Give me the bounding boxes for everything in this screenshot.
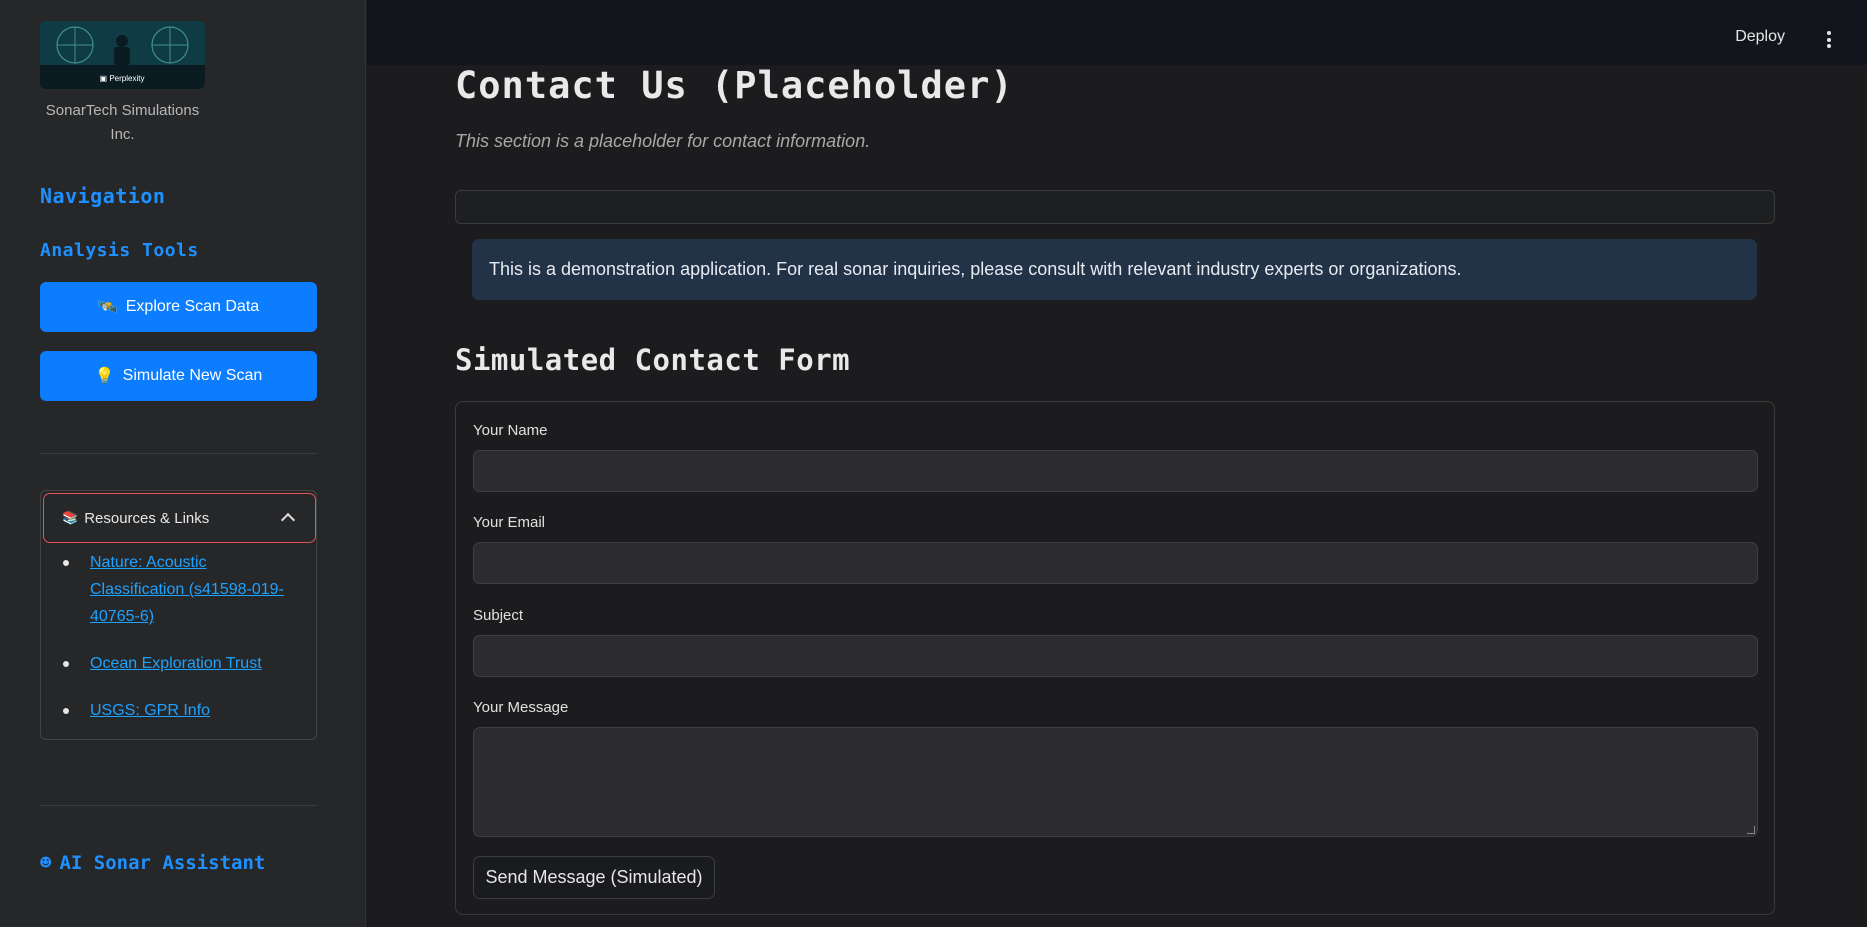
chevron-up-icon: [280, 512, 296, 528]
robot-icon: ☻: [40, 852, 52, 874]
satellite-icon: 🛰️: [97, 299, 118, 316]
message-label: Your Message: [473, 699, 569, 716]
top-header: Deploy: [367, 0, 1867, 65]
books-icon: 📚: [62, 510, 79, 525]
navigation-heading: Navigation: [40, 184, 166, 208]
resources-title: Resources & Links: [84, 509, 210, 527]
link-usgs-gpr[interactable]: USGS: GPR Info: [90, 702, 210, 719]
email-label: Your Email: [473, 514, 545, 531]
subject-input[interactable]: [473, 635, 1758, 677]
form-heading: Simulated Contact Form: [455, 343, 851, 377]
page-subtitle: This section is a placeholder for contac…: [455, 131, 871, 151]
logo-text: ▣ Perplexity: [100, 74, 145, 83]
email-input[interactable]: [473, 542, 1758, 584]
company-logo: ▣ Perplexity: [40, 21, 205, 89]
send-message-button[interactable]: Send Message (Simulated): [473, 856, 715, 899]
subject-label: Subject: [473, 607, 524, 624]
sidebar: ▣ Perplexity SonarTech Simulations Inc. …: [0, 0, 366, 927]
name-input[interactable]: [473, 450, 1758, 492]
name-label: Your Name: [473, 422, 548, 439]
lightbulb-icon: 💡: [94, 368, 115, 385]
placeholder-container: [455, 190, 1775, 224]
logo-image: ▣ Perplexity: [40, 21, 205, 89]
more-options-icon[interactable]: [1827, 31, 1831, 48]
link-ocean-exploration-trust[interactable]: Ocean Exploration Trust: [90, 655, 262, 672]
sidebar-divider: [40, 453, 317, 454]
list-item: USGS: GPR Info: [59, 697, 304, 724]
link-nature-acoustic[interactable]: Nature: Acoustic Classification (s41598-…: [90, 554, 284, 625]
sidebar-divider: [40, 805, 317, 806]
resources-expander: 📚 Resources & Links Nature: Acoustic Cla…: [40, 490, 317, 740]
info-alert: This is a demonstration application. For…: [472, 239, 1757, 300]
simulate-new-scan-label: Simulate New Scan: [122, 367, 263, 384]
ai-sonar-assistant-label: AI Sonar Assistant: [59, 852, 266, 874]
resources-link-list: Nature: Acoustic Classification (s41598-…: [59, 549, 304, 744]
resources-expander-header[interactable]: 📚 Resources & Links: [43, 493, 316, 543]
deploy-button[interactable]: Deploy: [1735, 28, 1785, 46]
explore-scan-data-button[interactable]: 🛰️ Explore Scan Data: [40, 282, 317, 332]
page-title: Contact Us (Placeholder): [455, 64, 1014, 107]
company-name: SonarTech Simulations Inc.: [45, 102, 200, 143]
ai-sonar-assistant-heading: ☻ AI Sonar Assistant: [40, 852, 265, 874]
explore-scan-data-label: Explore Scan Data: [125, 298, 260, 315]
list-item: Ocean Exploration Trust: [59, 650, 304, 677]
message-textarea[interactable]: [473, 727, 1758, 837]
resize-handle[interactable]: [1747, 826, 1755, 834]
contact-form: Your Name Your Email Subject Your Messag…: [455, 401, 1775, 915]
analysis-tools-heading: Analysis Tools: [40, 240, 199, 261]
simulate-new-scan-button[interactable]: 💡 Simulate New Scan: [40, 351, 317, 401]
list-item: Nature: Acoustic Classification (s41598-…: [59, 549, 304, 630]
